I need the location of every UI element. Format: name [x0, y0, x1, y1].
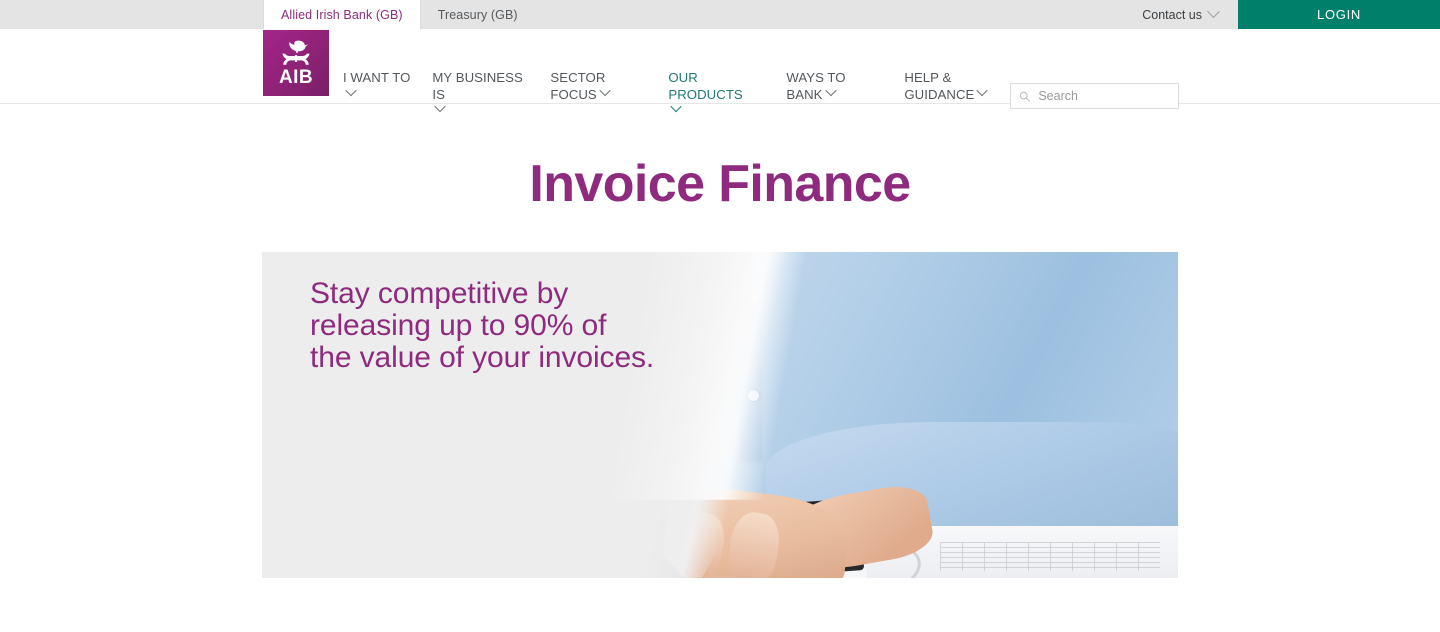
site-tab-treasury[interactable]: Treasury (GB)	[421, 0, 535, 29]
nav-item-label: SECTOR FOCUS	[550, 70, 606, 102]
chevron-down-icon	[434, 100, 447, 113]
nav-item-label: OUR PRODUCTS	[668, 70, 743, 102]
nav-item-label: HELP & GUIDANCE	[904, 70, 975, 102]
chevron-down-icon	[599, 84, 611, 96]
nav-item-my-business-is[interactable]: MY BUSINESS IS	[432, 70, 528, 120]
ark-bird-icon	[282, 40, 310, 65]
nav-item-label: WAYS TO BANK	[786, 70, 846, 102]
hero-headline: Stay competitive by releasing up to 90% …	[310, 278, 654, 374]
chevron-down-icon	[345, 84, 357, 96]
hero-banner: Stay competitive by releasing up to 90% …	[262, 252, 1178, 578]
photo-paper-grid	[939, 542, 1160, 572]
search-input[interactable]	[1038, 89, 1170, 103]
nav-caret-wrap	[432, 100, 528, 120]
nav-item-label: I WANT TO	[343, 70, 411, 85]
top-utility-actions: Contact us LOGIN	[1128, 0, 1440, 29]
contact-us-menu[interactable]: Contact us	[1128, 0, 1238, 29]
main-content: Invoice Finance Stay competitive by rele…	[0, 154, 1440, 578]
chevron-down-icon	[1207, 5, 1220, 19]
page-title: Invoice Finance	[529, 155, 911, 213]
nav-item-sector-focus[interactable]: SECTOR FOCUS	[550, 70, 646, 103]
hero-headline-line-3: the value of your invoices.	[310, 341, 655, 374]
main-navigation: I WANT TO MY BUSINESS IS SECTOR FOCUS OU…	[343, 70, 1022, 120]
hero-headline-line-1: Stay competitive by	[310, 277, 569, 310]
top-utility-bar: Allied Irish Bank (GB) Treasury (GB) Con…	[0, 0, 1440, 29]
site-tab-label: Allied Irish Bank (GB)	[281, 7, 403, 22]
nav-item-help-and-guidance[interactable]: HELP & GUIDANCE	[904, 70, 1000, 103]
contact-us-label: Contact us	[1142, 7, 1202, 22]
nav-caret-wrap	[343, 84, 410, 104]
nav-item-i-want-to[interactable]: I WANT TO	[343, 70, 410, 103]
site-tab-label: Treasury (GB)	[437, 7, 518, 22]
logo-wordmark: AIB	[279, 66, 313, 88]
chevron-down-icon	[976, 84, 989, 96]
nav-item-our-products[interactable]: OUR PRODUCTS	[668, 70, 764, 120]
login-button[interactable]: LOGIN	[1238, 0, 1440, 29]
hero-headline-line-2: releasing up to 90% of	[310, 309, 607, 342]
search-box[interactable]	[1010, 83, 1179, 109]
site-tab-group: Allied Irish Bank (GB) Treasury (GB)	[263, 0, 535, 29]
search-icon	[1019, 91, 1031, 102]
site-tab-allied-irish-bank[interactable]: Allied Irish Bank (GB)	[263, 0, 421, 29]
chevron-down-icon	[670, 100, 683, 113]
nav-item-ways-to-bank[interactable]: WAYS TO BANK	[786, 70, 882, 103]
chevron-down-icon	[824, 84, 837, 96]
nav-caret-wrap	[668, 100, 764, 120]
site-header: AIB I WANT TO MY BUSINESS IS SECTOR FOCU…	[0, 29, 1440, 113]
aib-logo[interactable]: AIB	[263, 30, 329, 96]
nav-item-label: MY BUSINESS IS	[432, 70, 523, 102]
